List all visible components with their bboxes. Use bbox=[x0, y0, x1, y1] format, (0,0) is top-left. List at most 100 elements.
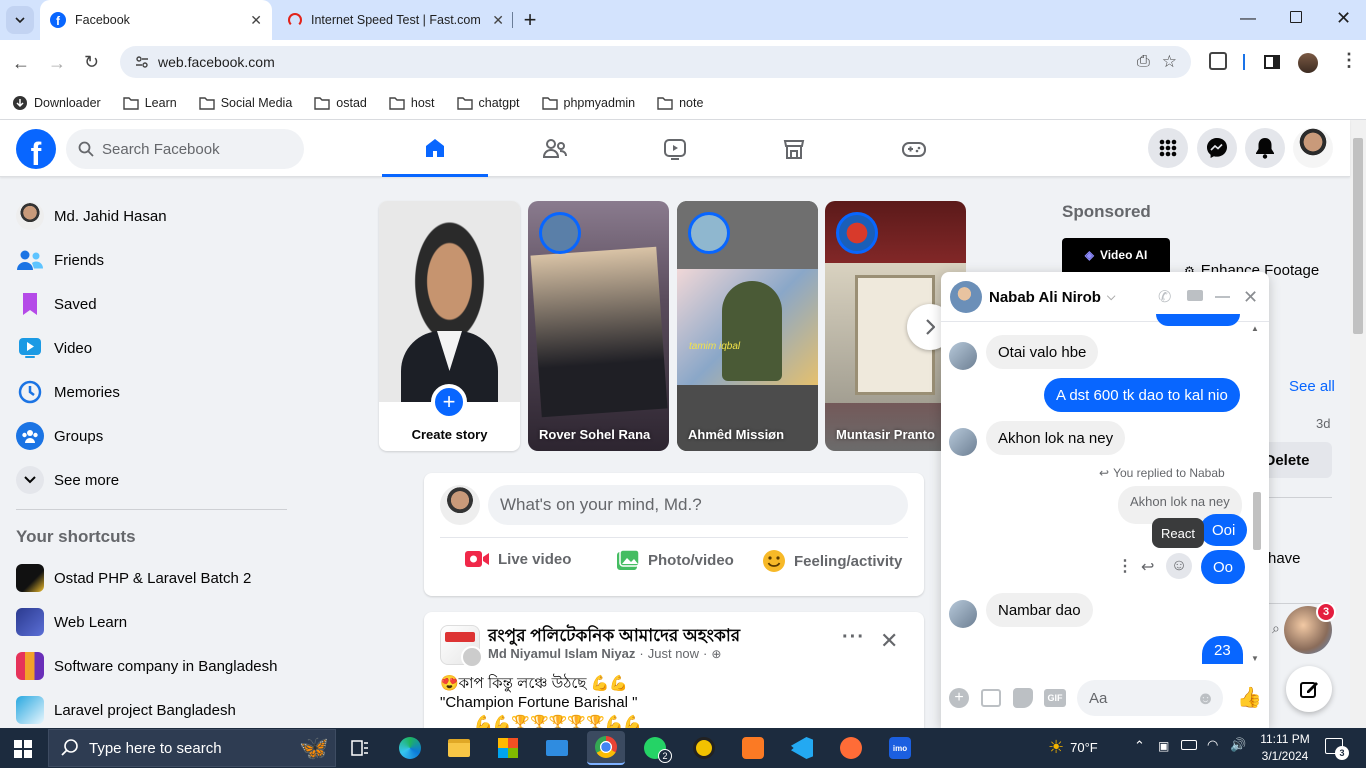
chat-scrollbar[interactable]: ▲ ▼ bbox=[1251, 324, 1263, 664]
start-button[interactable] bbox=[14, 740, 32, 763]
chat-avatar[interactable] bbox=[950, 281, 982, 313]
nav-home[interactable] bbox=[382, 121, 488, 177]
bookmark-learn[interactable]: Learn bbox=[123, 96, 177, 110]
task-view-button[interactable] bbox=[341, 731, 379, 765]
weather-widget[interactable]: ☀ 70°F bbox=[1048, 737, 1098, 758]
message-bubble-outgoing[interactable]: Oo bbox=[1201, 550, 1246, 584]
new-tab-button[interactable]: + bbox=[516, 6, 544, 34]
sidebar-item-see-more[interactable]: See more bbox=[16, 458, 119, 502]
restore-button[interactable] bbox=[1290, 11, 1302, 23]
file-explorer-app[interactable] bbox=[440, 731, 478, 765]
more-options-icon[interactable]: ⋮ bbox=[1117, 556, 1133, 576]
message-bubble-incoming[interactable]: Otai valo hbe bbox=[986, 335, 1099, 369]
nav-watch[interactable] bbox=[622, 121, 728, 177]
notification-center-icon[interactable]: 3 bbox=[1325, 738, 1349, 760]
video-call-icon[interactable] bbox=[1187, 290, 1203, 301]
extensions-icon[interactable] bbox=[1209, 52, 1227, 70]
sidebar-item-saved[interactable]: Saved bbox=[16, 282, 97, 326]
facebook-logo[interactable]: f bbox=[16, 129, 56, 169]
tab-search-button[interactable] bbox=[6, 6, 34, 34]
bookmark-downloader[interactable]: Downloader bbox=[12, 95, 101, 111]
shortcut-item[interactable]: Software company in Bangladesh bbox=[16, 644, 277, 688]
story-card[interactable]: tamim iqbal Ahmêd Missiøn bbox=[677, 201, 818, 451]
bookmark-phpmyadmin[interactable]: phpmyadmin bbox=[541, 96, 635, 110]
message-bubble-incoming[interactable]: Nambar dao bbox=[986, 593, 1093, 627]
close-icon[interactable]: ✕ bbox=[250, 12, 262, 29]
sidebar-item-groups[interactable]: Groups bbox=[16, 414, 103, 458]
message-bubble-outgoing[interactable]: Ooi bbox=[1200, 514, 1248, 546]
menu-button[interactable] bbox=[1148, 128, 1188, 168]
composer-input[interactable]: What's on your mind, Md.? bbox=[488, 485, 908, 525]
minimize-chat-icon[interactable] bbox=[1215, 296, 1230, 298]
chat-contact[interactable]: Nabab Ali Nirob ⌵ bbox=[989, 289, 1115, 306]
meet-icon[interactable]: ▣ bbox=[1158, 739, 1169, 753]
reply-icon[interactable]: ↩ bbox=[1141, 557, 1154, 577]
chevron-up-icon[interactable]: ⌃ bbox=[1134, 738, 1145, 754]
nav-gaming[interactable] bbox=[861, 121, 967, 177]
avatar[interactable] bbox=[440, 485, 480, 525]
whatsapp-app[interactable]: 2 bbox=[636, 731, 674, 765]
install-app-icon[interactable]: ⎙ bbox=[1137, 53, 1150, 71]
create-story-card[interactable]: + Create story bbox=[379, 201, 520, 451]
bookmark-ostad[interactable]: ostad bbox=[314, 96, 367, 110]
notifications-button[interactable] bbox=[1245, 128, 1285, 168]
feeling-activity-button[interactable]: Feeling/activity bbox=[762, 549, 902, 573]
back-button[interactable]: ← bbox=[12, 53, 30, 74]
address-bar[interactable]: web.facebook.com ⎙ ☆ bbox=[120, 46, 1191, 78]
close-window-button[interactable]: ✕ bbox=[1336, 8, 1351, 29]
sticker-icon[interactable] bbox=[1013, 688, 1033, 708]
scroll-up-arrow[interactable]: ▲ bbox=[1251, 324, 1259, 333]
shortcut-item[interactable]: Web Learn bbox=[16, 600, 127, 644]
search-icon[interactable]: ⌕ bbox=[1272, 620, 1280, 637]
tab-fastcom[interactable]: Internet Speed Test | Fast.com ✕ bbox=[280, 0, 512, 40]
shortcut-item[interactable]: Laravel project Bangladesh bbox=[16, 688, 236, 732]
profile-avatar[interactable] bbox=[1298, 53, 1318, 73]
gif-icon[interactable]: GIF bbox=[1044, 689, 1066, 707]
nav-marketplace[interactable] bbox=[741, 121, 847, 177]
new-message-button[interactable] bbox=[1286, 666, 1332, 712]
message-bubble-outgoing[interactable]: 23 bbox=[1202, 636, 1243, 664]
battery-icon[interactable] bbox=[1181, 740, 1197, 750]
chat-head[interactable]: 3 bbox=[1284, 602, 1336, 654]
facebook-search[interactable]: Search Facebook bbox=[66, 129, 304, 169]
star-icon[interactable]: ☆ bbox=[1162, 52, 1177, 72]
photo-video-button[interactable]: Photo/video bbox=[616, 549, 734, 571]
close-icon[interactable]: ✕ bbox=[880, 628, 898, 654]
scroll-down-arrow[interactable]: ▼ bbox=[1251, 654, 1259, 663]
xampp-app[interactable] bbox=[734, 731, 772, 765]
message-bubble-incoming[interactable]: Akhon lok na ney bbox=[986, 421, 1126, 455]
mail-app[interactable] bbox=[538, 731, 576, 765]
imo-app[interactable]: imo bbox=[881, 731, 919, 765]
bookmark-chatgpt[interactable]: chatgpt bbox=[456, 96, 520, 110]
scrollbar-thumb[interactable] bbox=[1353, 138, 1363, 334]
see-all-link[interactable]: See all bbox=[1289, 378, 1335, 395]
sidebar-profile[interactable]: Md. Jahid Hasan bbox=[16, 194, 167, 238]
page-scrollbar[interactable] bbox=[1350, 120, 1366, 728]
close-chat-icon[interactable]: ✕ bbox=[1243, 287, 1258, 308]
page-avatar[interactable] bbox=[440, 625, 483, 668]
menu-icon[interactable]: ⋮ bbox=[1340, 50, 1358, 71]
vscode-app[interactable] bbox=[783, 731, 821, 765]
phone-icon[interactable]: ✆ bbox=[1158, 287, 1171, 307]
chrome-app[interactable] bbox=[587, 731, 625, 765]
story-card[interactable]: Rover Sohel Rana bbox=[528, 201, 669, 451]
postman-app[interactable] bbox=[832, 731, 870, 765]
post-time[interactable]: Just now bbox=[648, 646, 699, 661]
account-avatar[interactable] bbox=[1293, 128, 1333, 168]
live-video-button[interactable]: Live video bbox=[464, 549, 571, 569]
message-bubble-outgoing[interactable]: A dst 600 tk dao to kal nio bbox=[1044, 378, 1240, 412]
emoji-icon[interactable]: ☻ bbox=[1196, 688, 1215, 709]
more-options-icon[interactable]: ··· bbox=[842, 626, 865, 649]
image-icon[interactable] bbox=[981, 689, 1001, 707]
bookmark-social-media[interactable]: Social Media bbox=[199, 96, 292, 110]
message-input[interactable]: Aa ☻ bbox=[1077, 680, 1223, 716]
ad-thumbnail[interactable]: ◈ Video AI bbox=[1062, 238, 1170, 272]
nav-friends[interactable] bbox=[502, 121, 608, 177]
messenger-button[interactable] bbox=[1197, 128, 1237, 168]
sidebar-item-friends[interactable]: Friends bbox=[16, 238, 104, 282]
post-author[interactable]: Md Niyamul Islam Niyaz bbox=[488, 646, 635, 661]
downloader-app[interactable] bbox=[685, 731, 723, 765]
clock[interactable]: 11:11 PM 3/1/2024 bbox=[1254, 731, 1316, 765]
add-story-button[interactable]: + bbox=[431, 384, 467, 420]
react-icon[interactable]: ☺ bbox=[1166, 553, 1192, 579]
